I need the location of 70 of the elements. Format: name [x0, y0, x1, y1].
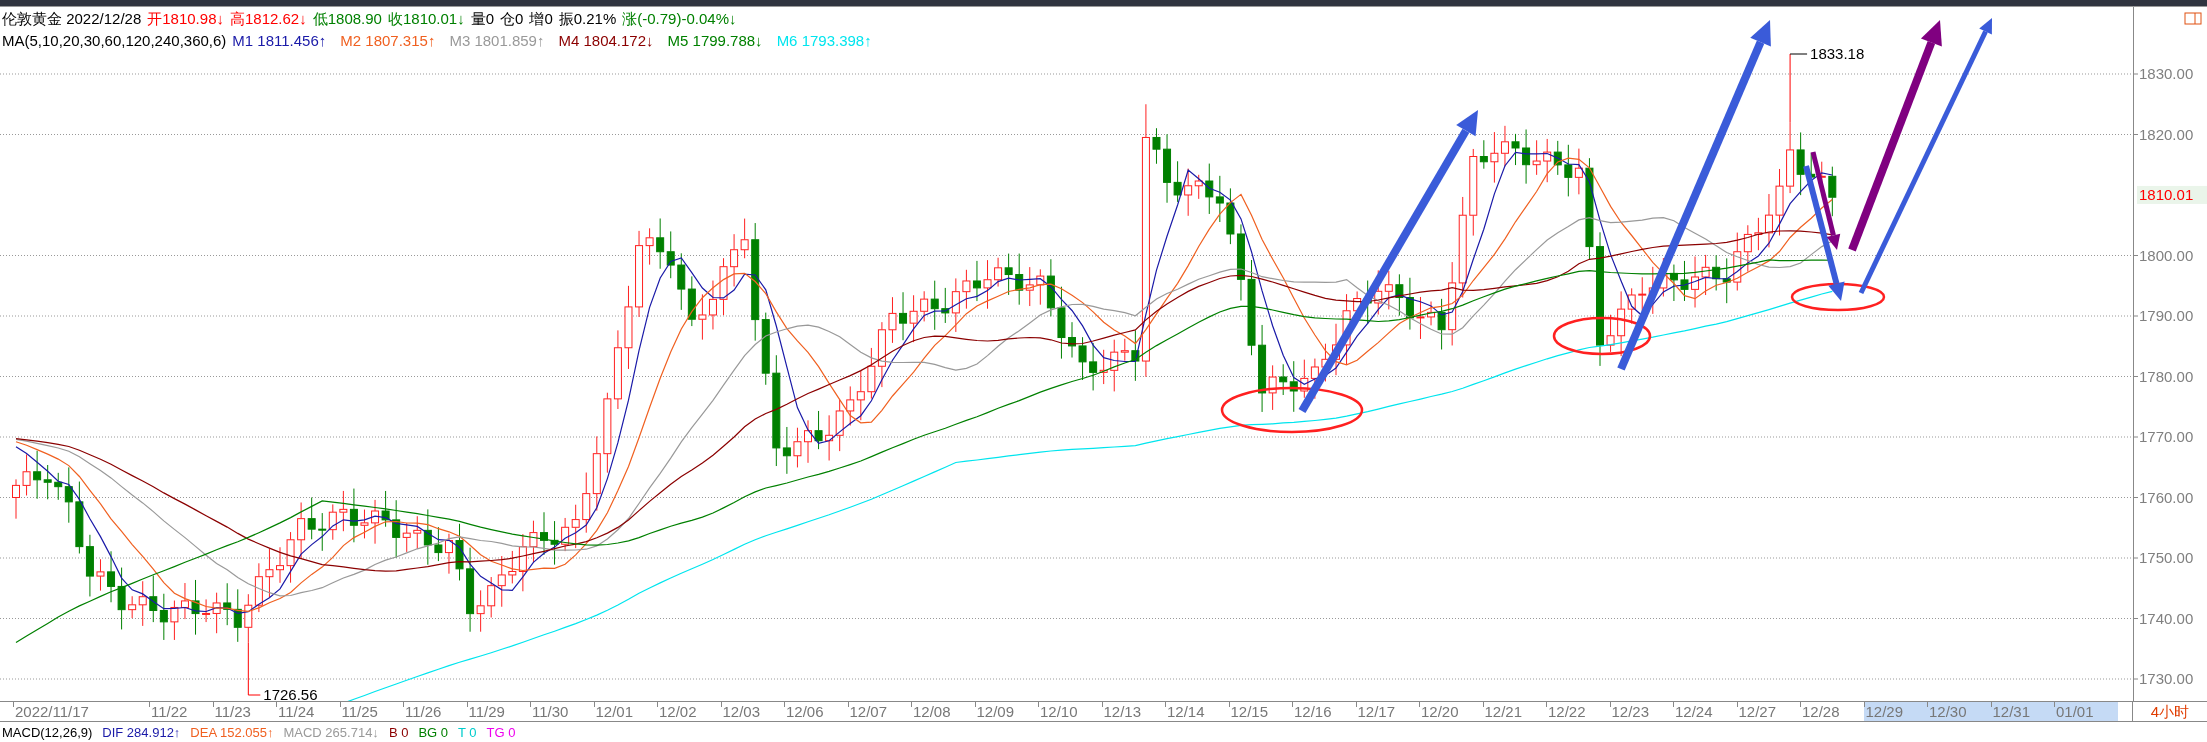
current-price-tag: 1810.01: [2137, 185, 2207, 204]
legend-item: M6 1793.398↑: [776, 32, 872, 49]
macd-value: MACD(12,26,9): [2, 724, 93, 740]
date-label: 11/22: [149, 702, 189, 721]
date-label: 12/24: [1673, 702, 1714, 721]
legend-item: M5 1799.788↓: [667, 32, 763, 49]
quote-field: 振0.21%: [558, 10, 617, 29]
date-label: 11/24: [276, 702, 316, 721]
date-label: 11/23: [212, 702, 252, 721]
date-label: 12/09: [974, 702, 1016, 721]
date-label: 12/07: [847, 702, 889, 721]
macd-value: B 0: [388, 724, 409, 740]
indicator-label: MA(5,10,20,30,60,120,240,360,6): [2, 32, 227, 49]
macd-value: TG 0: [486, 724, 516, 740]
date-label: 12/13: [1101, 702, 1143, 721]
date-label: 12/10: [1038, 702, 1079, 721]
date-label: 11/26: [403, 702, 443, 721]
period-label[interactable]: 4小时: [2132, 702, 2207, 721]
quote-field: 伦敦黄金 2022/12/28: [2, 10, 142, 29]
date-label: 12/21: [1482, 702, 1524, 721]
macd-value: BG 0: [418, 724, 448, 740]
quote-field: 增0: [529, 10, 553, 29]
date-label: 12/27: [1736, 702, 1778, 721]
date-label: 12/14: [1165, 702, 1206, 721]
date-label: 12/31: [1990, 702, 2054, 721]
date-label: 12/06: [784, 702, 825, 721]
legend-item: M4 1804.172↓: [558, 32, 654, 49]
quote-field: 高1812.62↓: [230, 10, 307, 29]
date-label: 01/01: [2054, 702, 2118, 721]
macd-value: DIF 284.912↑: [102, 724, 181, 740]
macd-value: DEA 152.055↑: [190, 724, 274, 740]
quote-field: 仓0: [500, 10, 524, 29]
date-label: 12/08: [911, 702, 952, 721]
macd-value: MACD 265.714↓: [283, 724, 379, 740]
price-label: 1790.00: [2139, 307, 2194, 324]
quote-field: 低1808.90: [312, 10, 382, 29]
legend-item: M1 1811.456↑: [232, 32, 327, 49]
date-label: 11/30: [530, 702, 570, 721]
quote-field: 开1810.98↓: [147, 10, 224, 29]
date-label: 12/03: [720, 702, 762, 721]
date-label: 12/17: [1355, 702, 1397, 721]
legend-item: M2 1807.315↑: [340, 32, 436, 49]
date-label: 12/29: [1863, 702, 1927, 721]
date-label: 12/01: [593, 702, 635, 721]
quote-field: 涨(-0.79)-0.04%↓: [622, 10, 737, 29]
date-label: 12/28: [1800, 702, 1841, 721]
legend-item: M3 1801.859↑: [449, 32, 545, 49]
price-label: 1740.00: [2139, 609, 2194, 627]
date-label: 12/22: [1546, 702, 1587, 721]
price-label: 1800.00: [2139, 246, 2194, 264]
quote-field: 量0: [470, 10, 495, 29]
date-label: 11/25: [339, 702, 379, 721]
date-label: 12/16: [1292, 702, 1333, 721]
price-label: 1780.00: [2139, 367, 2194, 385]
panel-toggle-icon[interactable]: [2184, 12, 2202, 25]
date-label: 12/23: [1609, 702, 1651, 721]
macd-value: T 0: [458, 724, 477, 740]
price-label: 1750.00: [2139, 549, 2194, 566]
price-label: 1770.00: [2139, 428, 2194, 445]
price-label: 1830.00: [2139, 65, 2194, 82]
date-label: 12/20: [1419, 702, 1460, 721]
date-label: 12/02: [657, 702, 698, 721]
price-label: 1820.00: [2139, 125, 2194, 143]
date-label: 11/29: [466, 702, 506, 721]
date-label: 2022/11/17: [13, 702, 90, 721]
date-label: 12/30: [1927, 702, 1991, 721]
price-label: 1760.00: [2139, 488, 2194, 506]
quote-field: 收1810.01↓: [387, 10, 465, 29]
price-label: 1730.00: [2139, 670, 2194, 687]
date-label: 12/15: [1228, 702, 1270, 721]
